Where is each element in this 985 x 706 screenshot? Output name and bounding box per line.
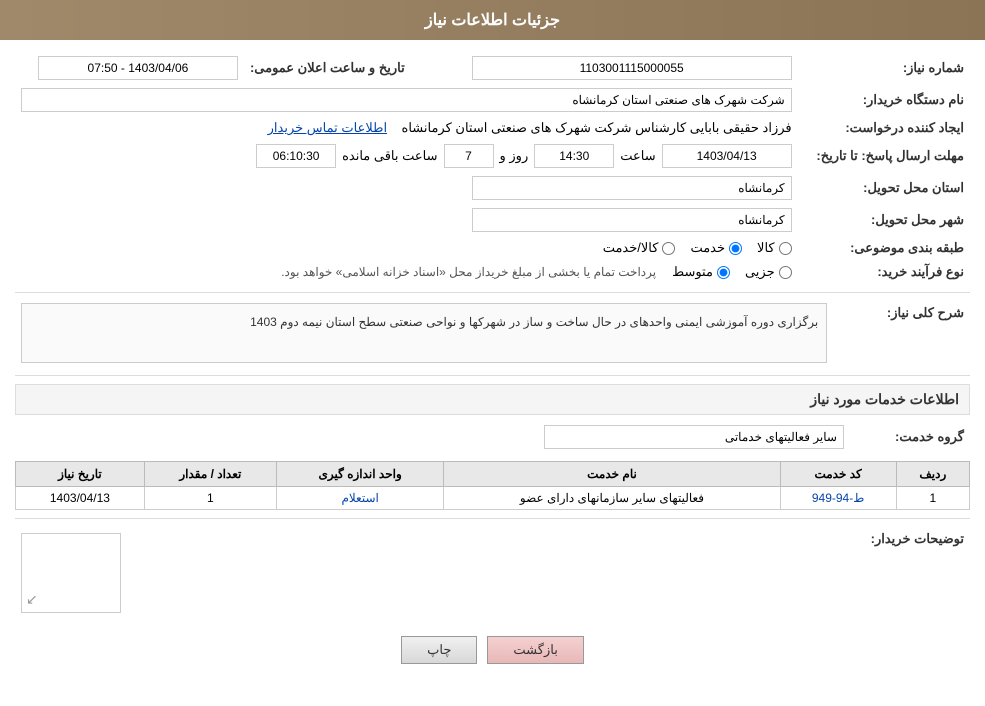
days-input[interactable] (444, 144, 494, 168)
services-table-header-row: ردیف کد خدمت نام خدمت واحد اندازه گیری ت… (16, 462, 970, 487)
city-input[interactable] (472, 208, 792, 232)
service-group-label: گروه خدمت: (850, 421, 970, 453)
radio-khedmat: خدمت (690, 240, 742, 256)
province-label: استان محل تحویل: (798, 172, 970, 204)
row-buyer-desc: توضیحات خریدار: (15, 525, 970, 621)
buyer-org-input[interactable] (21, 88, 792, 112)
service-group-input[interactable] (544, 425, 844, 449)
announce-date-label: تاریخ و ساعت اعلان عمومی: (244, 52, 439, 84)
row-city: شهر محل تحویل: (15, 204, 970, 236)
row-purchase-type: نوع فرآیند خرید: جزیی متوسط (15, 260, 970, 284)
row-creator: ایجاد کننده درخواست: فرزاد حقیقی بابایی … (15, 116, 970, 140)
deadline-date-input[interactable] (662, 144, 792, 168)
need-desc-box: برگزاری دوره آموزشی ایمنی واحدهای در حال… (21, 303, 827, 363)
radio-jozi-input[interactable] (779, 266, 792, 279)
divider-3 (15, 518, 970, 519)
table-row: 1ط-94-949فعالیتهای سایر سازمانهای دارای … (16, 487, 970, 510)
buyer-desc-label: توضیحات خریدار: (127, 525, 970, 621)
buttons-row: بازگشت چاپ (15, 636, 970, 664)
col-service-name: نام خدمت (444, 462, 780, 487)
buyer-desc-box[interactable] (21, 533, 121, 613)
row-province: استان محل تحویل: (15, 172, 970, 204)
creator-value: فرزاد حقیقی بابایی کارشناس شرکت شهرک های… (402, 120, 792, 135)
remaining-time-input[interactable] (256, 144, 336, 168)
info-table: شماره نیاز: تاریخ و ساعت اعلان عمومی: نا… (15, 52, 970, 284)
radio-motavasset: متوسط (672, 264, 730, 280)
unit-cell: استعلام (276, 487, 444, 510)
divider-2 (15, 375, 970, 376)
services-section-title: اطلاعات خدمات مورد نیاز (15, 384, 970, 415)
row-need-desc: شرح کلی نیاز: برگزاری دوره آموزشی ایمنی … (15, 299, 970, 367)
buyer-org-label: نام دستگاه خریدار: (798, 84, 970, 116)
service-name-cell: فعالیتهای سایر سازمانهای دارای عضو (444, 487, 780, 510)
purchase-note: پرداخت تمام یا بخشی از مبلغ خریداز محل «… (281, 265, 656, 279)
creator-contact-link[interactable]: اطلاعات تماس خریدار (268, 120, 387, 135)
row-buyer-org: نام دستگاه خریدار: (15, 84, 970, 116)
page-wrapper: جزئیات اطلاعات نیاز شماره نیاز: تاریخ و … (0, 0, 985, 706)
need-number-input[interactable] (472, 56, 792, 80)
city-label: شهر محل تحویل: (798, 204, 970, 236)
row-num-cell: 1 (896, 487, 969, 510)
col-quantity: تعداد / مقدار (144, 462, 276, 487)
radio-kala-label: کالا (757, 240, 775, 256)
days-label: روز و (500, 148, 529, 164)
service-code-cell: ط-94-949 (780, 487, 896, 510)
radio-kala: کالا (757, 240, 792, 256)
radio-kala-khedmat: کالا/خدمت (603, 240, 676, 256)
back-button[interactable]: بازگشت (487, 636, 583, 664)
divider-1 (15, 292, 970, 293)
radio-kala-khedmat-label: کالا/خدمت (603, 240, 659, 256)
row-need-number: شماره نیاز: تاریخ و ساعت اعلان عمومی: (15, 52, 970, 84)
row-service-group: گروه خدمت: (15, 421, 970, 453)
buyer-desc-table: توضیحات خریدار: (15, 525, 970, 621)
need-number-label: شماره نیاز: (798, 52, 970, 84)
page-title: جزئیات اطلاعات نیاز (425, 12, 560, 29)
radio-motavasset-input[interactable] (717, 266, 730, 279)
row-category: طبقه بندی موضوعی: کالا خدمت (15, 236, 970, 260)
services-table: ردیف کد خدمت نام خدمت واحد اندازه گیری ت… (15, 461, 970, 510)
col-service-code: کد خدمت (780, 462, 896, 487)
radio-jozi-label: جزیی (745, 264, 775, 280)
radio-kala-khedmat-input[interactable] (662, 242, 675, 255)
need-desc-table: شرح کلی نیاز: برگزاری دوره آموزشی ایمنی … (15, 299, 970, 367)
page-header: جزئیات اطلاعات نیاز (0, 0, 985, 40)
col-row-num: ردیف (896, 462, 969, 487)
radio-jozi: جزیی (745, 264, 792, 280)
radio-kala-input[interactable] (779, 242, 792, 255)
row-deadline: مهلت ارسال پاسخ: تا تاریخ: ساعت روز و سا… (15, 140, 970, 172)
print-button[interactable]: چاپ (401, 636, 477, 664)
content-area: شماره نیاز: تاریخ و ساعت اعلان عمومی: نا… (0, 40, 985, 686)
purchase-type-label: نوع فرآیند خرید: (798, 260, 970, 284)
announce-date-input[interactable] (38, 56, 238, 80)
deadline-label: مهلت ارسال پاسخ: تا تاریخ: (798, 140, 970, 172)
remaining-label: ساعت باقی مانده (342, 148, 437, 164)
deadline-time-input[interactable] (534, 144, 614, 168)
province-input[interactable] (472, 176, 792, 200)
category-label: طبقه بندی موضوعی: (798, 236, 970, 260)
service-group-table: گروه خدمت: (15, 421, 970, 453)
radio-khedmat-label: خدمت (690, 240, 725, 256)
time-label: ساعت (620, 148, 655, 164)
radio-khedmat-input[interactable] (729, 242, 742, 255)
col-need-date: تاریخ نیاز (16, 462, 145, 487)
need-desc-label: شرح کلی نیاز: (833, 299, 970, 367)
creator-label: ایجاد کننده درخواست: (798, 116, 970, 140)
need-desc-text: برگزاری دوره آموزشی ایمنی واحدهای در حال… (250, 315, 818, 329)
need-date-cell: 1403/04/13 (16, 487, 145, 510)
quantity-cell: 1 (144, 487, 276, 510)
radio-motavasset-label: متوسط (672, 264, 713, 280)
col-unit: واحد اندازه گیری (276, 462, 444, 487)
